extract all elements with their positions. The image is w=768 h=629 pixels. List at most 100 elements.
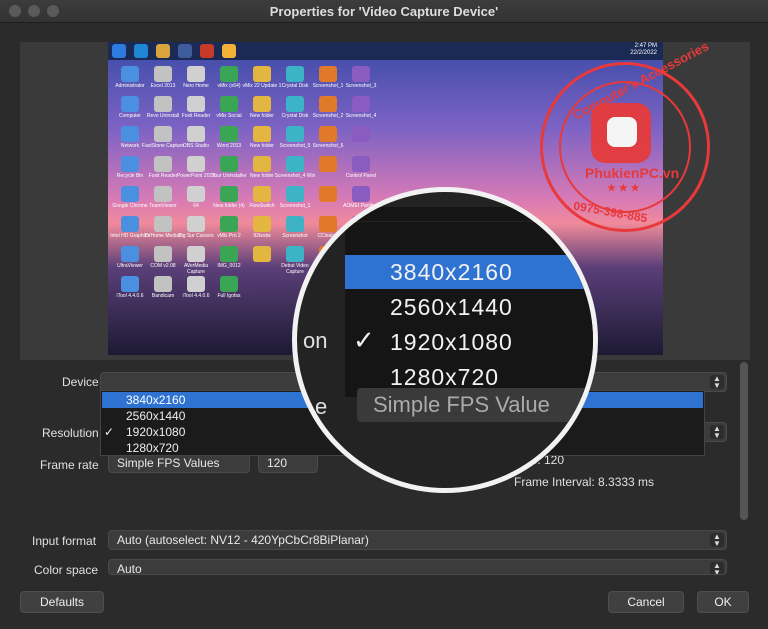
- desktop-app-icon: [220, 246, 238, 262]
- color-space-label: Color space: [34, 563, 99, 577]
- ok-button[interactable]: OK: [697, 591, 749, 613]
- start-icon: [112, 44, 126, 58]
- desktop-app-icon: [187, 276, 205, 292]
- desktop-app-icon: [319, 66, 337, 82]
- desktop-app-icon: [121, 246, 139, 262]
- desktop-app-icon: [253, 246, 271, 262]
- desktop-app-icon: [187, 186, 205, 202]
- desktop-app-icon: [319, 96, 337, 112]
- chevron-updown-icon: ▲ ▼: [710, 425, 724, 440]
- chevron-updown-icon: ▲ ▼: [710, 533, 724, 548]
- desktop-app-label: Screenshot_4: [345, 113, 377, 119]
- desktop-app-label: Control Panel: [345, 173, 377, 179]
- desktop-app-icon: [121, 126, 139, 142]
- chevron-updown-icon: ▲ ▼: [710, 375, 724, 390]
- frame-rate-mode-value: Simple FPS Values: [117, 456, 220, 470]
- resolution-label: Resolution: [42, 426, 99, 440]
- desktop-app-icon: [121, 156, 139, 172]
- desktop-app-icon: [154, 216, 172, 232]
- desktop-app-icon: [352, 156, 370, 172]
- chrome-icon: [222, 44, 236, 58]
- chevron-updown-icon: ▲ ▼: [710, 562, 724, 574]
- frame-interval-readout: Frame Interval: 8.3333 ms: [514, 475, 655, 489]
- desktop-app-icon: [154, 66, 172, 82]
- desktop-app-icon: [154, 126, 172, 142]
- device-label: Device: [62, 375, 99, 389]
- desktop-app-icon: [253, 126, 271, 142]
- desktop-app-icon: [220, 66, 238, 82]
- desktop-app-icon: [187, 126, 205, 142]
- desktop-app-icon: [187, 96, 205, 112]
- desktop-app-icon: [187, 216, 205, 232]
- desktop-app-icon: [319, 156, 337, 172]
- desktop-app-label: Screenshot_6: [312, 143, 344, 149]
- frame-rate-mode-select[interactable]: Simple FPS Values: [108, 453, 250, 473]
- captured-taskbar: 2:47 PM 22/2/2022: [108, 42, 663, 60]
- desktop-app-icon: [154, 156, 172, 172]
- input-format-select[interactable]: Auto (autoselect: NV12 - 420YpCbCr8BiPla…: [108, 530, 727, 550]
- frame-rate-value: 120: [267, 456, 288, 470]
- magnified-option: 1920x1080: [390, 329, 513, 355]
- desktop-app-icon: [319, 186, 337, 202]
- watermark-stars: ★ ★ ★: [607, 183, 640, 194]
- desktop-app-icon: [253, 96, 271, 112]
- defaults-button[interactable]: Defaults: [20, 591, 104, 613]
- input-format-label: Input format: [32, 534, 97, 548]
- desktop-app-icon: [220, 126, 238, 142]
- app-icon: [200, 44, 214, 58]
- magnified-label-fragment: e: [315, 394, 328, 419]
- desktop-app-icon: [253, 216, 271, 232]
- desktop-app-icon: [253, 186, 271, 202]
- ie-icon: [134, 44, 148, 58]
- cancel-button[interactable]: Cancel: [608, 591, 684, 613]
- desktop-app-icon: [286, 246, 304, 262]
- desktop-app-label: Full Igofas: [217, 293, 241, 299]
- app-icon: [178, 44, 192, 58]
- input-format-value: Auto (autoselect: NV12 - 420YpCbCr8BiPla…: [117, 533, 369, 547]
- color-space-select[interactable]: Auto ▲ ▼: [108, 559, 727, 575]
- desktop-app-icon: [187, 66, 205, 82]
- folder-icon: [156, 44, 170, 58]
- scrollbar[interactable]: [740, 362, 748, 520]
- desktop-app-icon: [220, 156, 238, 172]
- captured-clock: 2:47 PM 22/2/2022: [630, 43, 657, 56]
- desktop-app-icon: [352, 96, 370, 112]
- desktop-app-label: IMG_0012: [217, 263, 241, 269]
- desktop-app-icon: [286, 156, 304, 172]
- magnifier-overlay: 3840x2160 2560x1440 1920x1080 1280x720 ✓…: [292, 187, 598, 493]
- frame-rate-label: Frame rate: [40, 458, 99, 472]
- desktop-app-icon: [319, 126, 337, 142]
- desktop-app-icon: [286, 126, 304, 142]
- desktop-app-icon: [352, 66, 370, 82]
- desktop-app-icon: [154, 186, 172, 202]
- desktop-app-icon: [154, 276, 172, 292]
- desktop-app-label: Screenshot_3: [345, 83, 377, 89]
- desktop-app-icon: [286, 66, 304, 82]
- desktop-app-icon: [154, 246, 172, 262]
- desktop-app-icon: [352, 126, 370, 142]
- magnified-option: 2560x1440: [390, 294, 513, 320]
- desktop-app-icon: [121, 276, 139, 292]
- window-title: Properties for 'Video Capture Device': [269, 4, 499, 19]
- desktop-app-icon: [286, 216, 304, 232]
- desktop-app-label: Screenshot_4 Win: [274, 173, 316, 179]
- desktop-app-icon: [220, 186, 238, 202]
- desktop-app-icon: [121, 216, 139, 232]
- desktop-app-icon: [187, 246, 205, 262]
- desktop-app-icon: [352, 186, 370, 202]
- desktop-app-icon: [253, 156, 271, 172]
- desktop-app-icon: [121, 96, 139, 112]
- magnified-frame-rate-field: Simple FPS Value: [357, 388, 593, 422]
- desktop-app-icon: [121, 66, 139, 82]
- desktop-app-icon: [286, 186, 304, 202]
- desktop-app-icon: [220, 216, 238, 232]
- checkmark-icon: ✓: [104, 425, 115, 439]
- desktop-app-label: Screenshot_1: [279, 203, 311, 209]
- watermark-brand: PhukienPC.vn: [585, 165, 680, 181]
- magnified-checkmark-icon: ✓: [353, 325, 375, 355]
- desktop-app-icon: [220, 96, 238, 112]
- magnified-field: [345, 207, 593, 221]
- watermark-stamp: Computer's Accessories PhukienPC.vn ★ ★ …: [540, 38, 711, 232]
- desktop-app-icon: [253, 66, 271, 82]
- frame-rate-value-select[interactable]: 120: [258, 453, 318, 473]
